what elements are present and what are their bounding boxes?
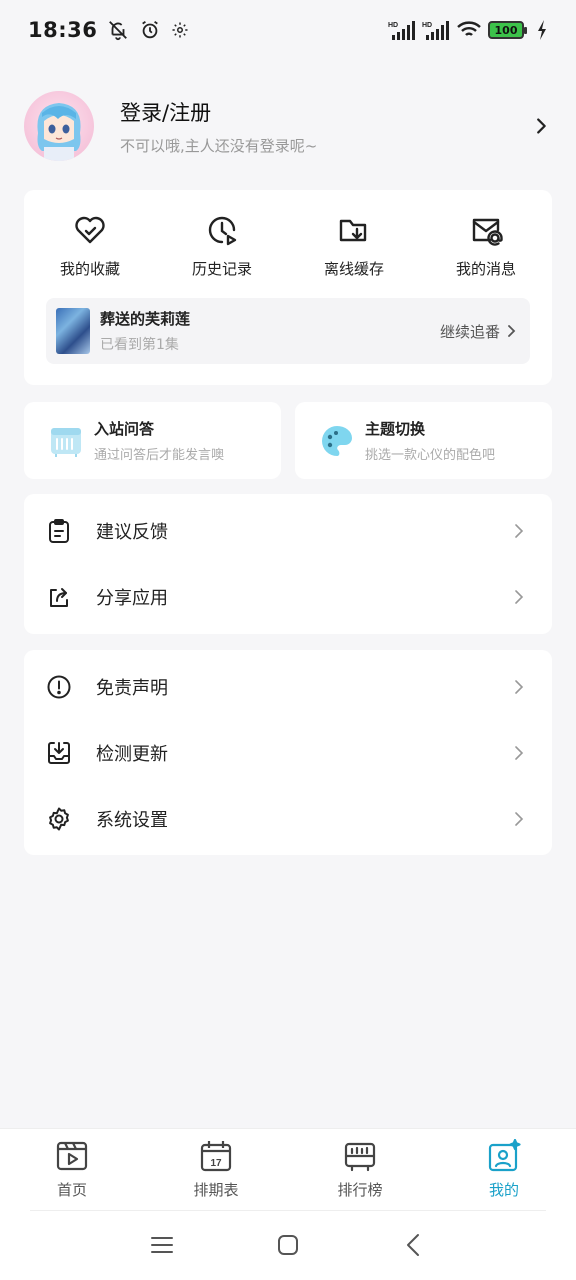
- theme-card-title: 主题切换: [365, 420, 426, 438]
- menu-item-settings[interactable]: 系统设置: [24, 786, 552, 852]
- status-right: HD HD 100: [388, 19, 548, 41]
- gear-icon: [172, 22, 188, 38]
- quick-actions-row: 我的收藏 历史记录 离线缓存 我的消息: [24, 190, 552, 279]
- anime-thumbnail[interactable]: [56, 308, 90, 354]
- login-hint: 不可以哦,主人还没有登录呢~: [120, 136, 318, 155]
- menu-item-label: 检测更新: [96, 744, 168, 765]
- nav-home[interactable]: 首页: [0, 1129, 144, 1210]
- chevron-right-icon[interactable]: [530, 115, 552, 137]
- menu-item-feedback[interactable]: 建议反馈: [24, 498, 552, 564]
- menu-item-share[interactable]: 分享应用: [24, 564, 552, 630]
- nav-label: 排行榜: [337, 1181, 383, 1199]
- profile-header[interactable]: 登录/注册 不可以哦,主人还没有登录呢~: [24, 90, 552, 162]
- theme-card[interactable]: 主题切换 挑选一款心仪的配色吧: [295, 402, 552, 479]
- quick-action-favorites[interactable]: 我的收藏: [35, 212, 145, 279]
- chevron-right-icon: [515, 812, 524, 826]
- avatar[interactable]: [24, 91, 94, 161]
- gear-icon: [49, 807, 69, 831]
- history-icon: [208, 216, 237, 246]
- menu-group-system: 免责声明 检测更新 系统设置: [24, 650, 552, 855]
- update-icon: [48, 742, 70, 764]
- nav-schedule[interactable]: 17 排期表: [144, 1129, 288, 1210]
- battery-icon: 100: [488, 21, 527, 39]
- ranking-icon: [344, 1142, 376, 1172]
- continue-watching-bar[interactable]: 葬送的芙莉莲 已看到第1集 继续追番: [46, 298, 530, 364]
- quick-action-label: 历史记录: [191, 260, 252, 278]
- bell-off-icon: [109, 21, 128, 41]
- hd-signal-icon: HD: [388, 21, 415, 40]
- quiz-card-title: 入站问答: [94, 420, 155, 438]
- theme-card-text: 主题切换 挑选一款心仪的配色吧: [365, 418, 495, 463]
- chevron-right-icon: [515, 590, 524, 604]
- chevron-right-icon: [515, 524, 524, 538]
- avatar-illustration: [37, 103, 81, 161]
- nav-label: 我的: [488, 1181, 519, 1199]
- quick-action-label: 我的收藏: [59, 260, 120, 278]
- quick-action-label: 我的消息: [455, 260, 516, 278]
- mail-icon: [472, 218, 503, 246]
- profile-icon: [488, 1139, 521, 1172]
- charging-icon: [538, 20, 546, 40]
- anime-title: 葬送的芙莉莲: [100, 310, 191, 328]
- palette-icon: [322, 425, 352, 456]
- menu-item-check-update[interactable]: 检测更新: [24, 720, 552, 786]
- menu-icon[interactable]: [149, 1232, 175, 1258]
- status-bar: 18:36 HD HD 100: [0, 0, 576, 60]
- battery-level: 100: [494, 23, 518, 37]
- quick-action-label: 离线缓存: [323, 260, 384, 278]
- status-time: 18:36: [28, 18, 98, 42]
- quick-action-offline-cache[interactable]: 离线缓存: [299, 212, 409, 279]
- anime-progress: 已看到第1集: [100, 337, 179, 353]
- quick-actions-card: 我的收藏 历史记录 离线缓存 我的消息 葬送的芙莉莲 已看到第1集 继续追番: [24, 190, 552, 385]
- nav-label: 排期表: [193, 1181, 239, 1199]
- hd-signal-icon: HD: [422, 21, 449, 40]
- svg-text:HD: HD: [388, 22, 398, 29]
- menu-item-label: 系统设置: [96, 810, 168, 831]
- download-folder-icon: [339, 219, 367, 242]
- clipboard-icon: [49, 519, 69, 543]
- quick-action-messages[interactable]: 我的消息: [431, 212, 541, 279]
- quick-action-history[interactable]: 历史记录: [167, 212, 277, 279]
- chevron-right-icon: [515, 680, 524, 694]
- chevron-right-icon: [508, 325, 516, 337]
- alarm-icon: [142, 20, 159, 39]
- menu-item-label: 建议反馈: [96, 522, 168, 543]
- divider: [30, 1210, 546, 1211]
- continue-watching-text: 葬送的芙莉莲 已看到第1集: [100, 308, 440, 354]
- svg-text:HD: HD: [422, 22, 432, 29]
- menu-item-label: 分享应用: [96, 588, 168, 609]
- quiz-card-subtitle: 通过问答后才能发言噢: [94, 448, 225, 463]
- calendar-icon: 17: [200, 1141, 232, 1172]
- quiz-card-text: 入站问答 通过问答后才能发言噢: [94, 418, 224, 463]
- alert-icon: [47, 675, 71, 699]
- nav-label: 首页: [56, 1181, 87, 1199]
- profile-text: 登录/注册 不可以哦,主人还没有登录呢~: [120, 97, 530, 156]
- status-left: 18:36: [28, 18, 189, 42]
- continue-watching-button[interactable]: 继续追番: [440, 321, 516, 342]
- heart-icon: [75, 216, 105, 244]
- continue-watching-label: 继续追番: [439, 322, 500, 341]
- system-nav-bar: [0, 1210, 576, 1280]
- home-square-icon[interactable]: [275, 1232, 301, 1258]
- bottom-nav: 首页 17 排期表 排行榜 我的: [0, 1128, 576, 1210]
- share-icon: [50, 588, 68, 607]
- nav-ranking[interactable]: 排行榜: [288, 1129, 432, 1210]
- back-icon[interactable]: [401, 1232, 427, 1258]
- quiz-card[interactable]: 入站问答 通过问答后才能发言噢: [24, 402, 281, 479]
- login-register-title[interactable]: 登录/注册: [120, 97, 530, 127]
- menu-group-feedback: 建议反馈 分享应用: [24, 494, 552, 634]
- menu-item-label: 免责声明: [96, 678, 168, 699]
- quiz-icon: [51, 427, 81, 457]
- wifi-icon: [457, 21, 481, 36]
- home-video-icon: [56, 1141, 88, 1171]
- nav-profile[interactable]: 我的: [432, 1129, 576, 1210]
- menu-item-disclaimer[interactable]: 免责声明: [24, 654, 552, 720]
- chevron-right-icon: [515, 746, 524, 760]
- theme-card-subtitle: 挑选一款心仪的配色吧: [365, 448, 496, 463]
- calendar-day: 17: [210, 1158, 222, 1169]
